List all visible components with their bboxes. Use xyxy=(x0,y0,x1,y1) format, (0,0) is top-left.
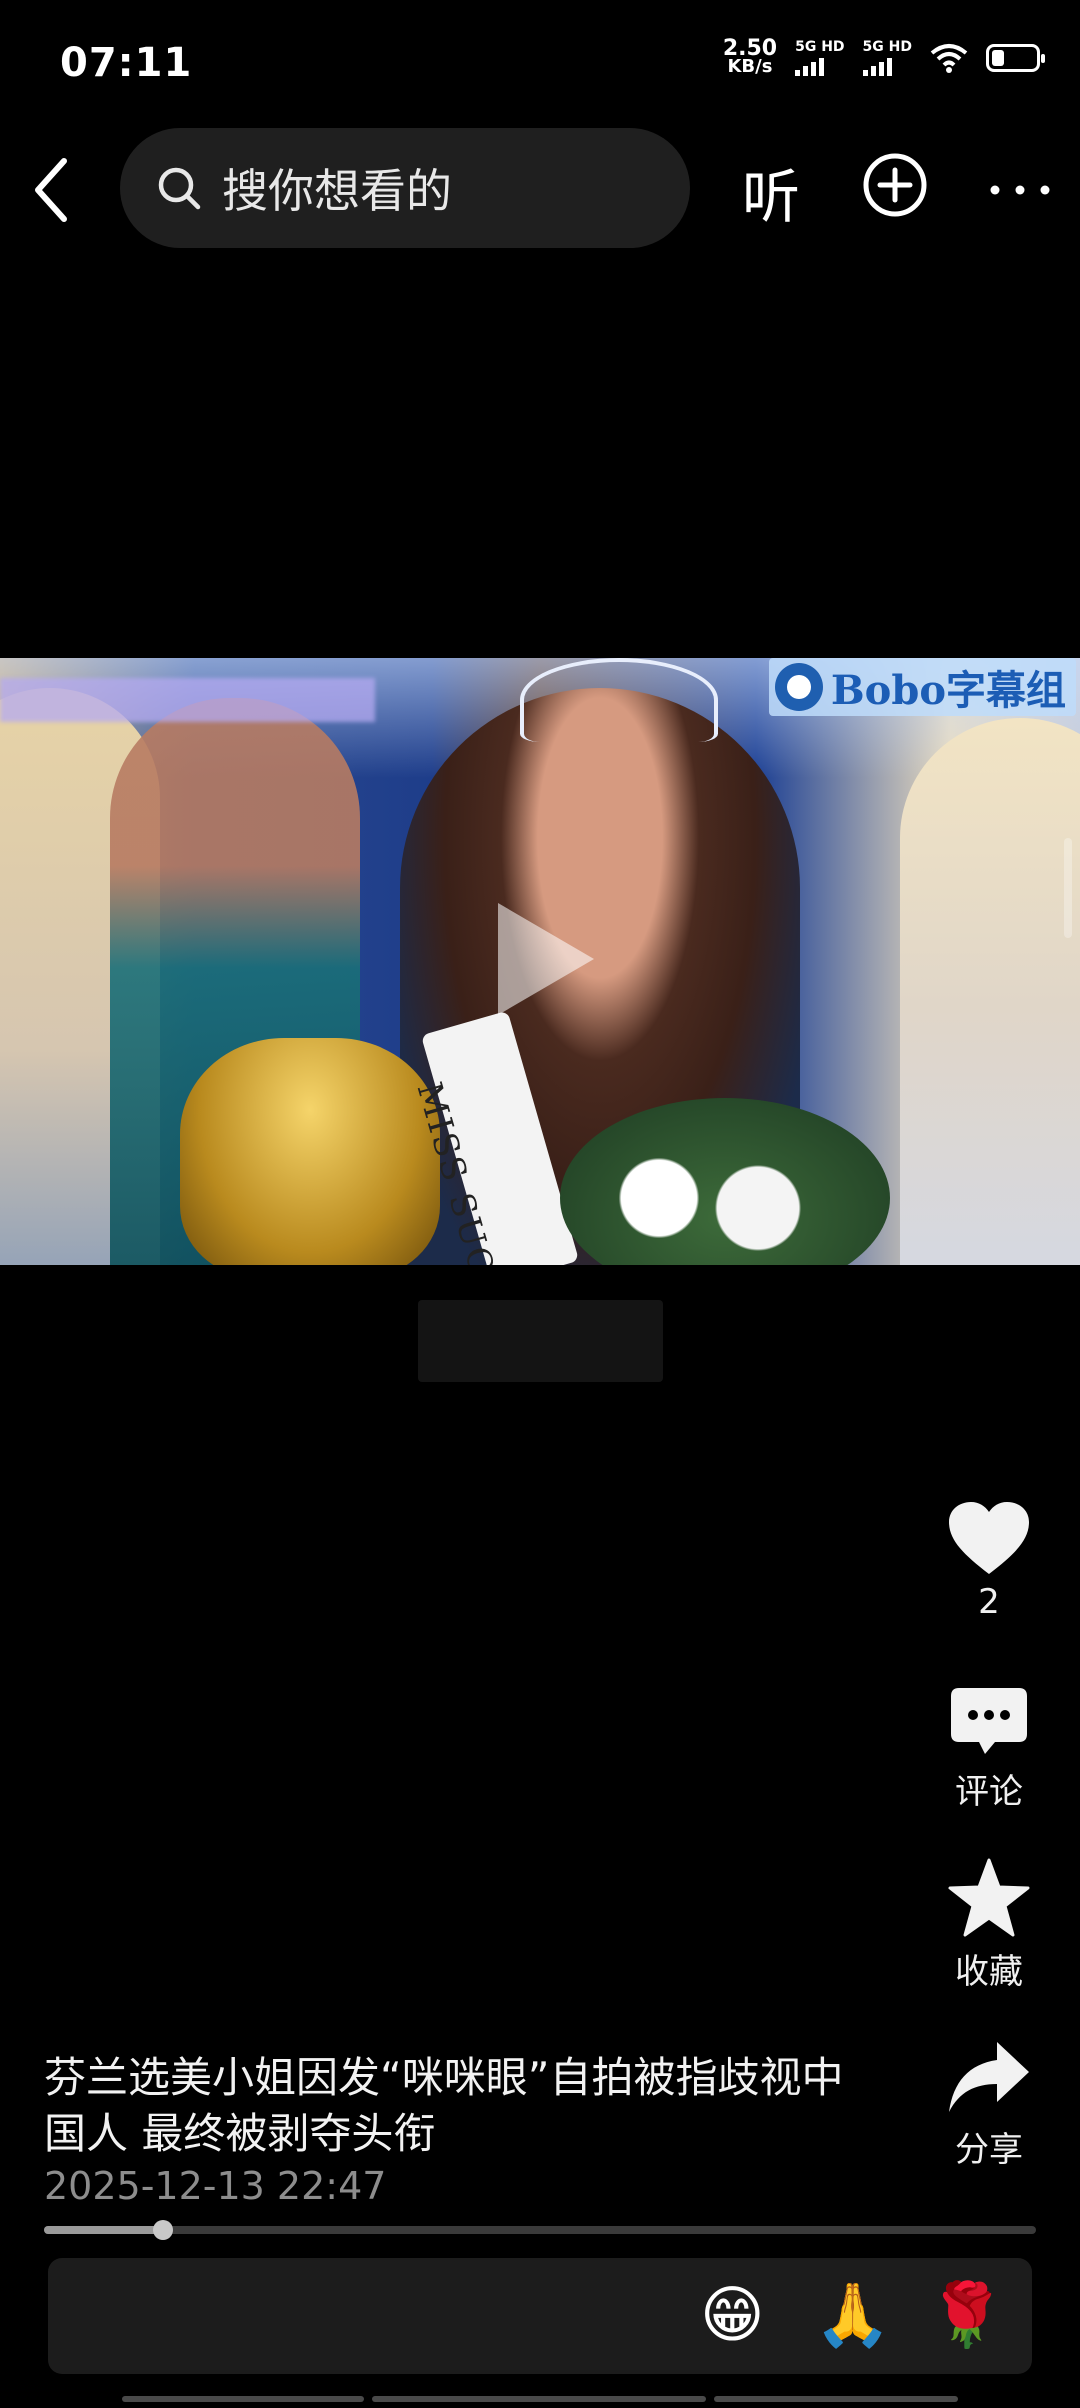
overlay-placeholder xyxy=(418,1300,663,1382)
heart-icon xyxy=(949,1502,1029,1574)
signal-1: 5G HD xyxy=(795,39,845,76)
gesture-segment xyxy=(714,2396,958,2402)
network-speed: 2.50 KB/s xyxy=(723,38,777,77)
battery-icon xyxy=(986,44,1045,72)
rose-emoji-icon[interactable]: 🌹 xyxy=(928,2278,1005,2352)
wifi-icon xyxy=(930,44,968,73)
crown xyxy=(520,658,718,742)
back-icon[interactable] xyxy=(28,155,78,225)
post-caption: 芬兰选美小姐因发“咪咪眼”自拍被指歧视中国人 最终被剥夺头衔 xyxy=(44,2053,844,2158)
watermark-text: Bobo字幕组 xyxy=(830,667,1066,714)
add-circle-icon[interactable] xyxy=(862,152,928,218)
contestant-right xyxy=(900,718,1080,1265)
network-speed-unit: KB/s xyxy=(727,56,773,77)
share-button[interactable]: 分享 xyxy=(929,2040,1049,2171)
video-progress-fill xyxy=(44,2226,164,2234)
gesture-segment xyxy=(372,2396,706,2402)
video-player[interactable]: MISS SUO Bobo字幕组 xyxy=(0,658,1080,1265)
video-progress-bar[interactable] xyxy=(44,2220,1036,2240)
signal-2: 5G HD xyxy=(862,39,912,76)
favorite-label: 收藏 xyxy=(955,1952,1023,1992)
share-label: 分享 xyxy=(955,2130,1023,2170)
favorite-button[interactable]: 收藏 xyxy=(929,1858,1049,1993)
more-icon[interactable] xyxy=(985,175,1055,205)
share-icon xyxy=(949,2042,1029,2112)
pray-emoji-icon[interactable]: 🙏 xyxy=(814,2278,891,2352)
comment-input[interactable]: 😁 🙏 🌹 xyxy=(48,2258,1032,2374)
signal-2-label: 5G HD xyxy=(862,39,912,55)
comment-label: 评论 xyxy=(955,1772,1023,1812)
signal-bars-icon xyxy=(862,58,892,76)
comment-button[interactable]: 评论 xyxy=(929,1686,1049,1813)
search-icon xyxy=(158,167,201,210)
trophy xyxy=(180,1038,440,1265)
status-bar-right: 2.50 KB/s 5G HD 5G HD xyxy=(723,38,1045,77)
panda-logo-icon xyxy=(774,663,823,711)
search-input[interactable]: 搜你想看的 xyxy=(120,128,690,248)
watermark: Bobo字幕组 xyxy=(768,658,1076,716)
scroll-indicator xyxy=(1064,838,1072,938)
like-count: 2 xyxy=(978,1582,1000,1622)
blurred-caption-strip xyxy=(0,678,375,722)
gesture-segment xyxy=(122,2396,364,2402)
grin-emoji-icon[interactable]: 😁 xyxy=(700,2278,765,2351)
video-progress-handle[interactable] xyxy=(153,2220,174,2240)
comment-icon xyxy=(951,1688,1027,1754)
listen-button[interactable]: 听 xyxy=(742,150,800,234)
like-button[interactable]: 2 xyxy=(929,1500,1049,1622)
post-timestamp: 2025-12-13 22:47 xyxy=(44,2164,387,2208)
star-icon xyxy=(948,1858,1030,1937)
signal-bars-icon xyxy=(795,58,825,76)
status-time: 07:11 xyxy=(60,40,193,86)
signal-1-label: 5G HD xyxy=(795,39,845,55)
search-placeholder: 搜你想看的 xyxy=(222,164,452,218)
play-icon[interactable] xyxy=(498,903,594,1015)
